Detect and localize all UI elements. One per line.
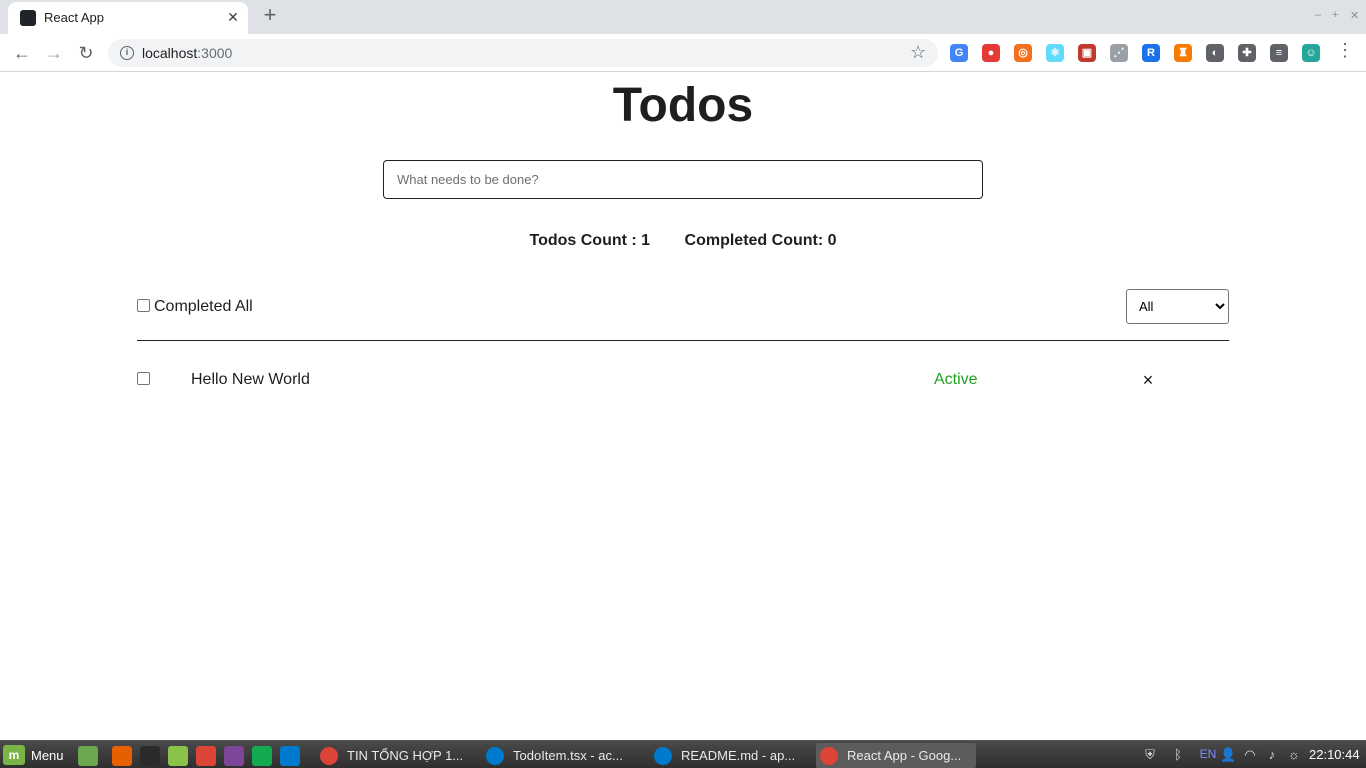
chrome-icon[interactable] [196,746,216,766]
media-icon[interactable]: ≡ [1270,44,1288,62]
vscode-icon [654,746,672,765]
reload-button[interactable]: ↻ [73,40,99,66]
maximize-window-button[interactable]: + [1332,9,1338,21]
todo-checkbox[interactable] [137,372,150,385]
vscode-icon[interactable] [280,746,300,766]
bookmark-star-icon[interactable]: ☆ [910,42,926,63]
translate-icon[interactable]: G [950,44,968,62]
todo-text[interactable]: Hello New World [191,371,310,389]
adblock-icon[interactable]: ● [982,44,1000,62]
start-menu-label: Menu [31,747,64,763]
extensions-icon[interactable]: ✚ [1238,44,1256,62]
page-title: Todos [612,79,754,132]
bluetooth-icon[interactable]: ᛒ [1170,747,1186,762]
tor-browser-icon[interactable] [224,746,244,766]
close-tab-icon[interactable]: ✕ [224,8,242,26]
close-window-button[interactable]: ✕ [1350,9,1359,22]
minimize-window-button[interactable]: – [1315,9,1321,21]
completed-all-checkbox[interactable] [137,299,150,312]
lock-extension-icon[interactable]: ♜ [1174,44,1192,62]
taskbar-window-button[interactable]: TodoItem.tsx - ac... [482,743,644,768]
taskbar-window-label: TodoItem.tsx - ac... [513,748,623,763]
url-text: localhost:3000 [142,45,233,61]
ublock-icon[interactable]: ◎ [1014,44,1032,62]
taskbar-window-label: README.md - ap... [681,748,796,763]
taskbar-window-button[interactable]: README.md - ap... [650,743,810,768]
user-icon[interactable]: 👤 [1220,747,1236,763]
todo-item: Hello New World Active × [137,366,1229,394]
address-bar[interactable]: i localhost:3000 ☆ [108,39,938,67]
browser-toolbar: ← → ↻ i localhost:3000 ☆ G ● ◎ ⚛ ▣ ⋰ R ♜ ◐ ✚ ≡ ☺ ⋮ [0,34,1366,72]
keyboard-layout-indicator[interactable]: EN [1198,747,1218,761]
volume-icon[interactable]: ♪ [1264,747,1280,762]
todo-status: Active [934,371,978,388]
new-todo-input[interactable] [383,160,983,199]
tab-title: React App [44,10,104,25]
files-icon[interactable] [168,746,188,766]
delete-todo-icon[interactable]: × [1141,370,1155,391]
divider [137,340,1229,341]
chrome-icon [320,746,338,765]
brightness-icon[interactable]: ☼ [1286,747,1302,762]
linux-mint-logo-icon: m [3,745,25,765]
back-button[interactable]: ← [9,40,35,66]
forward-button[interactable]: → [41,40,67,66]
todo-controls: Completed All All [137,289,1229,324]
mongodb-compass-icon[interactable] [252,746,272,766]
todo-counts: Todos Count : 1 Completed Count: 0 [0,232,1366,250]
loading-icon[interactable]: ⋰ [1110,44,1128,62]
site-info-icon[interactable]: i [120,46,134,60]
wifi-icon[interactable]: ◠ [1242,747,1258,763]
taskbar-window-label: TIN TỔNG HỢP 1... [347,748,464,763]
tab-react-app[interactable]: React App ✕ [8,2,248,34]
react-favicon-icon [20,10,36,26]
chrome-icon [820,746,838,765]
r-extension-icon[interactable]: R [1142,44,1160,62]
firefox-icon[interactable] [112,746,132,766]
clock[interactable]: 22:10:44 [1309,747,1360,762]
react-devtools-icon[interactable]: ⚛ [1046,44,1064,62]
completed-count: Completed Count: 0 [684,232,837,249]
taskbar-window-label: React App - Goog... [847,748,962,763]
todos-count: Todos Count : 1 [529,232,651,249]
new-tab-button[interactable]: + [258,4,282,28]
completed-all-label[interactable]: Completed All [154,298,253,316]
taskbar: m Menu TIN TỔNG HỢP 1... TodoItem.tsx - a… [0,740,1366,768]
filter-select[interactable]: All [1126,289,1229,324]
browser-tab-strip: React App ✕ + – + ✕ [0,0,1366,34]
dark-mode-icon[interactable]: ◐ [1206,44,1224,62]
start-menu-button[interactable]: m Menu [3,744,64,766]
shield-icon[interactable]: ⛨ [1142,747,1158,763]
taskbar-window-button[interactable]: TIN TỔNG HỢP 1... [316,743,476,768]
show-desktop-icon[interactable] [78,746,98,766]
toolbox-icon[interactable]: ▣ [1078,44,1096,62]
vscode-icon [486,746,504,765]
taskbar-window-button[interactable]: React App - Goog... [816,743,976,768]
browser-menu-icon[interactable]: ⋮ [1336,40,1354,61]
profile-icon[interactable]: ☺ [1302,44,1320,62]
terminal-icon[interactable] [140,746,160,766]
